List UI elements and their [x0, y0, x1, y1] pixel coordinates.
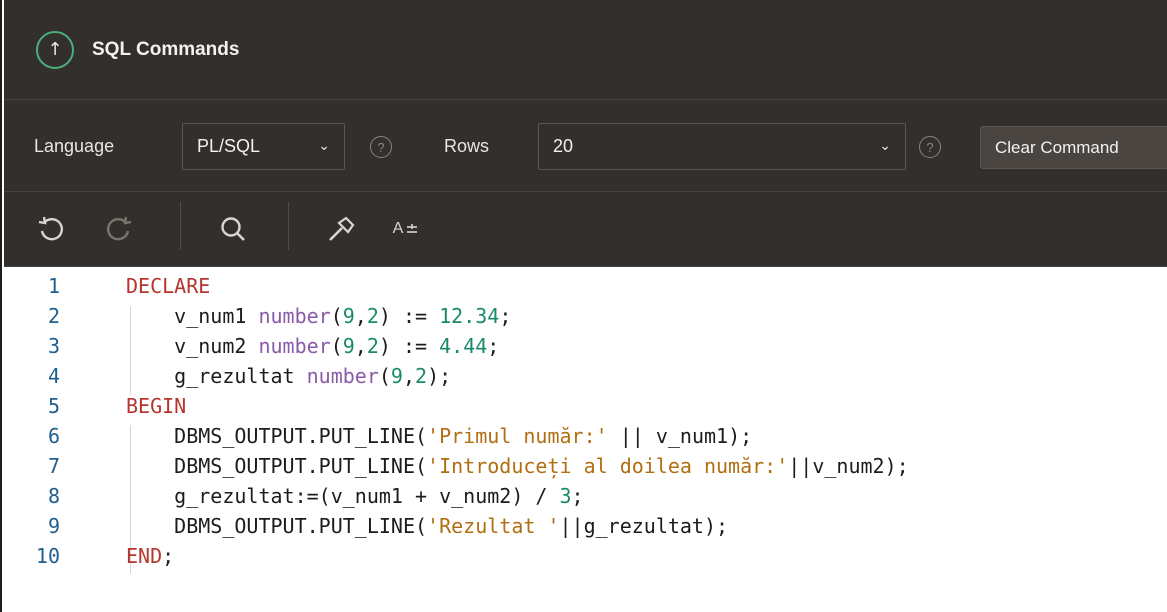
- collapse-toggle-icon[interactable]: ↑: [36, 30, 74, 69]
- code-token: BEGIN: [126, 394, 187, 418]
- code-token: ||g_rezultat);: [559, 514, 729, 538]
- code-token: 2: [415, 364, 428, 388]
- code-token: END: [126, 544, 163, 568]
- code-token: (: [378, 364, 391, 388]
- code-text: v_num2 number(9,2) := 4.44;: [126, 331, 499, 361]
- code-token: ,: [354, 304, 367, 328]
- redo-icon[interactable]: [102, 212, 136, 246]
- code-token: DBMS_OUTPUT.PUT_LINE(: [126, 454, 428, 478]
- code-token: 9: [342, 304, 355, 328]
- code-token: 9: [390, 364, 403, 388]
- clear-command-button[interactable]: Clear Command: [980, 126, 1167, 169]
- font-size-label: A: [392, 220, 404, 237]
- toolbar-divider: [288, 202, 289, 250]
- code-text: g_rezultat number(9,2);: [126, 361, 451, 391]
- chevron-down-icon: ⌄: [879, 138, 891, 154]
- region-header: ↑ SQL Commands: [4, 0, 1167, 100]
- line-number: 5: [47, 394, 60, 418]
- code-token: number: [258, 334, 331, 358]
- code-line[interactable]: 1 DECLARE: [4, 271, 1167, 301]
- code-token: ||v_num2);: [788, 454, 909, 478]
- rows-select[interactable]: 20 ⌄: [538, 123, 906, 170]
- line-number: 2: [47, 304, 60, 328]
- code-token: (: [330, 334, 343, 358]
- line-number: 6: [47, 424, 60, 448]
- code-line[interactable]: 4 g_rezultat number(9,2);: [4, 361, 1167, 391]
- code-line[interactable]: 2 v_num1 number(9,2) := 12.34;: [4, 301, 1167, 331]
- code-token: g_rezultat:=(v_num1 + v_num2) /: [126, 484, 560, 508]
- code-text: DBMS_OUTPUT.PUT_LINE('Rezultat '||g_rezu…: [126, 511, 728, 541]
- code-token: 2: [366, 334, 379, 358]
- code-text: DBMS_OUTPUT.PUT_LINE('Primul număr:' || …: [126, 421, 752, 451]
- code-token: DBMS_OUTPUT.PUT_LINE(: [126, 514, 428, 538]
- code-text: v_num1 number(9,2) := 12.34;: [126, 301, 511, 331]
- language-select-value: PL/SQL: [197, 136, 261, 156]
- line-number: 3: [47, 334, 60, 358]
- font-size-icon[interactable]: A: [384, 212, 428, 246]
- code-text: DBMS_OUTPUT.PUT_LINE('Introduceți al doi…: [126, 451, 909, 481]
- code-token: 3: [559, 484, 572, 508]
- code-token: ;: [571, 484, 584, 508]
- code-text: g_rezultat:=(v_num1 + v_num2) / 3;: [126, 481, 584, 511]
- code-token: ) :=: [378, 334, 440, 358]
- code-token: ) :=: [378, 304, 440, 328]
- line-number: 1: [47, 274, 60, 298]
- code-token: DECLARE: [126, 274, 211, 298]
- help-icon[interactable]: ?: [919, 136, 941, 158]
- toolbar-divider: [180, 202, 181, 250]
- code-token: 2: [366, 304, 379, 328]
- build-icon[interactable]: [324, 212, 358, 246]
- code-token: v_num2: [126, 334, 259, 358]
- code-token: 'Primul număr:': [427, 424, 608, 448]
- code-token: number: [258, 304, 331, 328]
- line-number: 4: [47, 364, 60, 388]
- code-line[interactable]: 10 END;: [4, 541, 1167, 571]
- help-icon[interactable]: ?: [370, 136, 392, 158]
- code-token: 'Rezultat ': [427, 514, 560, 538]
- line-number: 10: [35, 544, 60, 568]
- code-token: );: [427, 364, 452, 388]
- code-token: v_num1: [126, 304, 259, 328]
- code-line[interactable]: 6 DBMS_OUTPUT.PUT_LINE('Primul număr:' |…: [4, 421, 1167, 451]
- sql-commands-region: ↑ SQL Commands Language PL/SQL ⌄ ? Rows …: [0, 0, 1167, 612]
- code-line[interactable]: 3 v_num2 number(9,2) := 4.44;: [4, 331, 1167, 361]
- language-select[interactable]: PL/SQL ⌄: [182, 123, 345, 170]
- rows-select-value: 20: [553, 136, 574, 156]
- code-token: 12.34: [439, 304, 500, 328]
- code-line[interactable]: 9 DBMS_OUTPUT.PUT_LINE('Rezultat '||g_re…: [4, 511, 1167, 541]
- line-number: 8: [47, 484, 60, 508]
- code-token: || v_num1);: [607, 424, 753, 448]
- search-icon[interactable]: [216, 212, 250, 246]
- code-token: (: [330, 304, 343, 328]
- language-label: Language: [34, 136, 115, 156]
- code-line[interactable]: 8 g_rezultat:=(v_num1 + v_num2) / 3;: [4, 481, 1167, 511]
- code-token: 4.44: [439, 334, 488, 358]
- code-editor[interactable]: 1 DECLARE 2 v_num1 number(9,2) := 12.34; 3 …: [4, 267, 1167, 612]
- code-line[interactable]: 7 DBMS_OUTPUT.PUT_LINE('Introduceți al d…: [4, 451, 1167, 481]
- settings-bar: Language PL/SQL ⌄ ? Rows 20 ⌄ ? Clear Co…: [4, 100, 1167, 192]
- line-number: 9: [47, 514, 60, 538]
- editor-toolbar: A: [4, 192, 1167, 267]
- rows-label: Rows: [444, 136, 490, 156]
- code-token: number: [306, 364, 379, 388]
- code-token: g_rezultat: [126, 364, 307, 388]
- code-token: ;: [487, 334, 500, 358]
- code-line[interactable]: 5 BEGIN: [4, 391, 1167, 421]
- code-token: ;: [499, 304, 512, 328]
- code-token: ;: [162, 544, 175, 568]
- code-token: 'Introduceți al doilea număr:': [427, 454, 789, 478]
- line-number: 7: [47, 454, 60, 478]
- chevron-down-icon: ⌄: [318, 138, 330, 154]
- code-token: ,: [354, 334, 367, 358]
- undo-icon[interactable]: [34, 212, 68, 246]
- code-token: 9: [342, 334, 355, 358]
- code-text: DECLARE: [126, 271, 210, 301]
- code-token: DBMS_OUTPUT.PUT_LINE(: [126, 424, 428, 448]
- code-text: END;: [126, 541, 174, 571]
- region-title: SQL Commands: [92, 38, 240, 60]
- code-token: ,: [402, 364, 416, 388]
- code-text: BEGIN: [126, 391, 186, 421]
